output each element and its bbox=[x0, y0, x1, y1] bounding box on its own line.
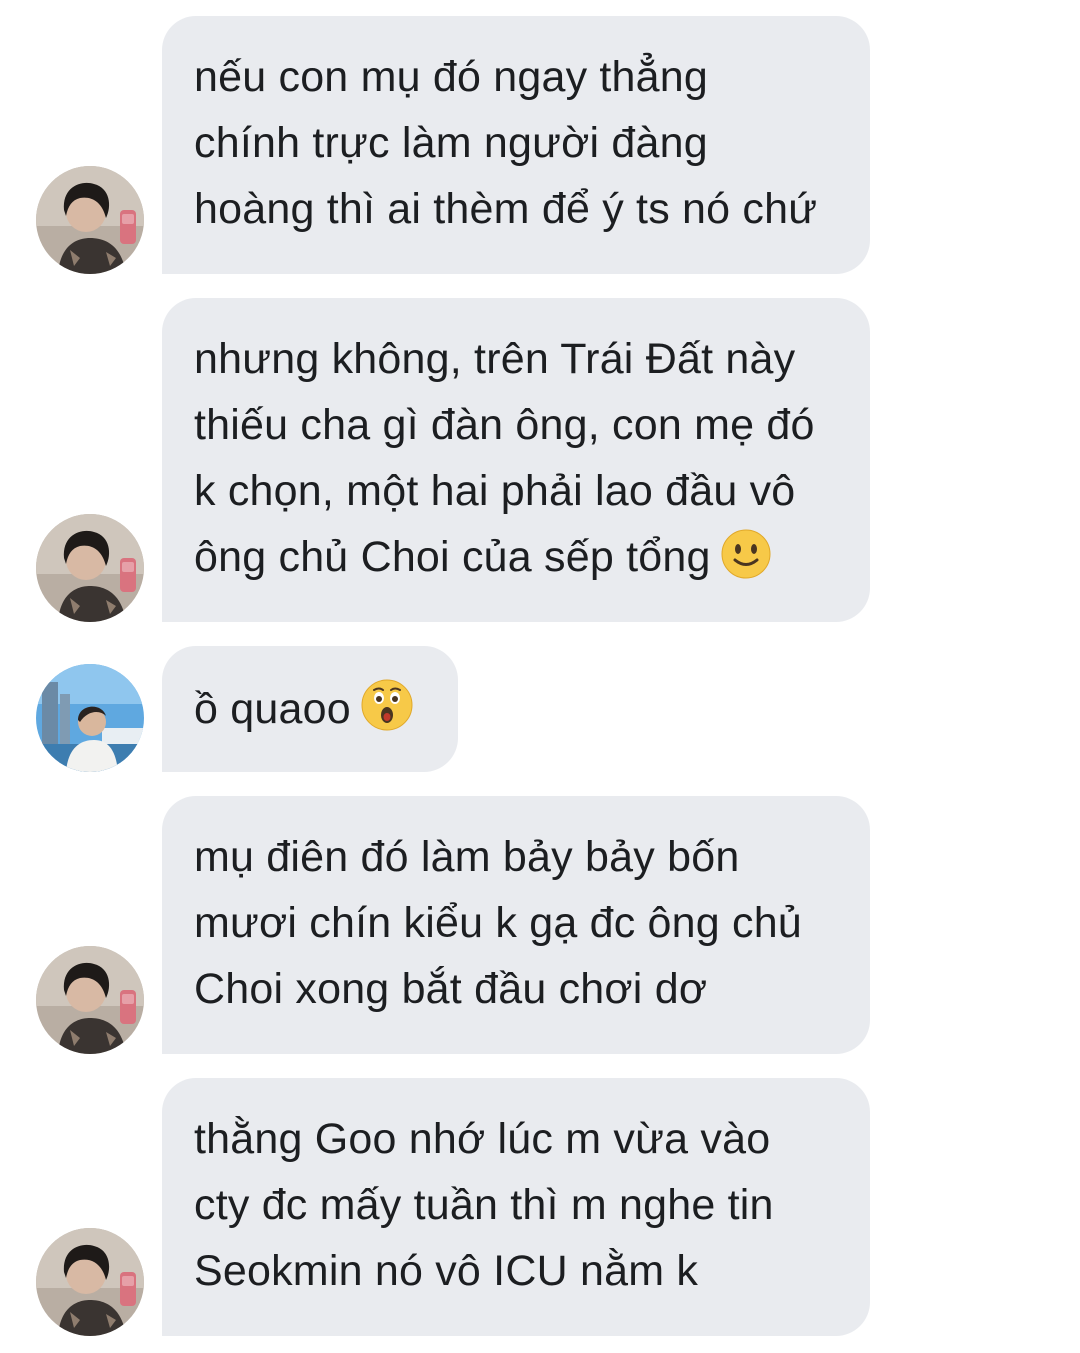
message-line: hoàng thì ai thèm để ý ts nó chứ bbox=[194, 185, 818, 233]
avatar[interactable] bbox=[36, 1228, 144, 1336]
message-line: nhưng không, trên Trái Đất này bbox=[194, 335, 796, 383]
avatar[interactable] bbox=[36, 664, 144, 772]
message-bubble[interactable]: ồ quaoo bbox=[162, 646, 458, 772]
message-line: thiếu cha gì đàn ông, con mẹ đó bbox=[194, 401, 815, 449]
message-line: cty đc mấy tuần thì m nghe tin bbox=[194, 1181, 774, 1229]
message-bubble[interactable]: mụ điên đó làm bảy bảy bốn mươi chín kiể… bbox=[162, 796, 870, 1054]
hushed-face-emoji bbox=[361, 679, 413, 750]
message-line: Seokmin nó vô ICU nằm k bbox=[194, 1247, 699, 1295]
avatar[interactable] bbox=[36, 946, 144, 1054]
message-line: chính trực làm người đàng bbox=[194, 119, 708, 167]
message-text: ông chủ Choi của sếp tổng bbox=[194, 533, 711, 581]
message-line: mươi chín kiểu k gạ đc ông chủ bbox=[194, 899, 802, 947]
message-bubble[interactable]: nếu con mụ đó ngay thẳng chính trực làm … bbox=[162, 16, 870, 274]
slightly-smiling-face-emoji bbox=[721, 529, 771, 598]
message-line: Choi xong bắt đầu chơi dơ bbox=[194, 965, 708, 1013]
message-line: nếu con mụ đó ngay thẳng bbox=[194, 53, 709, 101]
message-line: thằng Goo nhớ lúc m vừa vào bbox=[194, 1115, 771, 1163]
message-line: mụ điên đó làm bảy bảy bốn bbox=[194, 833, 740, 881]
message-line: k chọn, một hai phải lao đầu vô bbox=[194, 467, 796, 515]
message-bubble[interactable]: nhưng không, trên Trái Đất này thiếu cha… bbox=[162, 298, 870, 622]
message-line: ồ quaoo bbox=[194, 676, 428, 750]
message-line: ông chủ Choi của sếp tổng bbox=[194, 524, 840, 598]
message-bubble[interactable]: thằng Goo nhớ lúc m vừa vào cty đc mấy t… bbox=[162, 1078, 870, 1336]
avatar[interactable] bbox=[36, 514, 144, 622]
avatar[interactable] bbox=[36, 166, 144, 274]
message-text: ồ quaoo bbox=[194, 685, 351, 733]
